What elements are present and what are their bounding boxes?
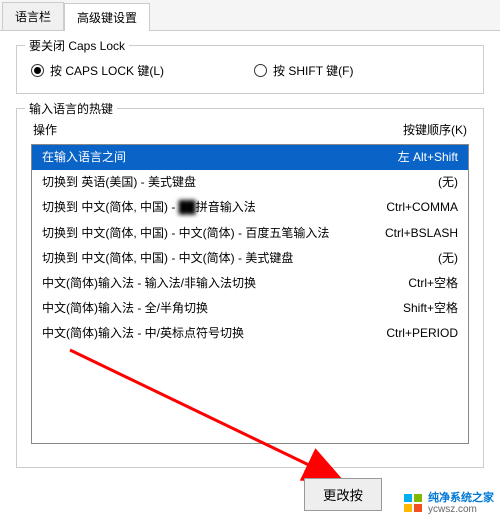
row-keys: Ctrl+BSLASH bbox=[385, 224, 458, 243]
list-item[interactable]: 切换到 中文(简体, 中国) - 中文(简体) - 百度五笔输入法 Ctrl+B… bbox=[32, 221, 468, 246]
row-action: 中文(简体)输入法 - 中/英标点符号切换 bbox=[42, 324, 244, 343]
tab-language-bar[interactable]: 语言栏 bbox=[2, 2, 64, 30]
hotkey-list[interactable]: 在输入语言之间 左 Alt+Shift 切换到 英语(美国) - 美式键盘 (无… bbox=[31, 144, 469, 444]
radio-icon bbox=[31, 64, 44, 77]
radio-capslock[interactable]: 按 CAPS LOCK 键(L) bbox=[31, 62, 164, 79]
watermark-title: 纯净系统之家 bbox=[428, 492, 494, 504]
list-item[interactable]: 切换到 中文(简体, 中国) - ██拼音输入法 Ctrl+COMMA bbox=[32, 195, 468, 220]
col-action: 操作 bbox=[33, 121, 57, 138]
row-action: 切换到 中文(简体, 中国) - 中文(简体) - 美式键盘 bbox=[42, 249, 293, 268]
row-action: 切换到 中文(简体, 中国) - ██拼音输入法 bbox=[42, 198, 256, 217]
row-keys: 左 Alt+Shift bbox=[398, 148, 458, 167]
row-action: 中文(简体)输入法 - 输入法/非输入法切换 bbox=[42, 274, 256, 293]
list-item[interactable]: 切换到 英语(美国) - 美式键盘 (无) bbox=[32, 170, 468, 195]
row-keys: Ctrl+COMMA bbox=[386, 198, 458, 217]
row-keys: Ctrl+PERIOD bbox=[386, 324, 458, 343]
hotkey-group-title: 输入语言的热键 bbox=[25, 100, 117, 117]
list-item[interactable]: 中文(简体)输入法 - 中/英标点符号切换 Ctrl+PERIOD bbox=[32, 321, 468, 346]
col-keys: 按键顺序(K) bbox=[403, 121, 467, 138]
list-item[interactable]: 中文(简体)输入法 - 输入法/非输入法切换 Ctrl+空格 bbox=[32, 271, 468, 296]
row-keys: Ctrl+空格 bbox=[408, 274, 458, 293]
capslock-group-title: 要关闭 Caps Lock bbox=[25, 37, 129, 54]
capslock-group: 要关闭 Caps Lock 按 CAPS LOCK 键(L) 按 SHIFT 键… bbox=[16, 45, 484, 94]
row-action: 中文(简体)输入法 - 全/半角切换 bbox=[42, 299, 208, 318]
radio-shift[interactable]: 按 SHIFT 键(F) bbox=[254, 62, 353, 79]
row-keys: Shift+空格 bbox=[403, 299, 458, 318]
radio-icon bbox=[254, 64, 267, 77]
tab-strip: 语言栏 高级键设置 bbox=[0, 0, 500, 31]
row-keys: (无) bbox=[438, 173, 458, 192]
row-action: 切换到 英语(美国) - 美式键盘 bbox=[42, 173, 196, 192]
row-action: 切换到 中文(简体, 中国) - 中文(简体) - 百度五笔输入法 bbox=[42, 224, 329, 243]
watermark-url: ycwsz.com bbox=[428, 504, 494, 515]
radio-shift-label: 按 SHIFT 键(F) bbox=[273, 62, 353, 79]
watermark: 纯净系统之家 ycwsz.com bbox=[400, 490, 498, 517]
row-action: 在输入语言之间 bbox=[42, 148, 126, 167]
watermark-logo-icon bbox=[404, 494, 422, 512]
list-item[interactable]: 切换到 中文(简体, 中国) - 中文(简体) - 美式键盘 (无) bbox=[32, 246, 468, 271]
panel-advanced: 要关闭 Caps Lock 按 CAPS LOCK 键(L) 按 SHIFT 键… bbox=[0, 31, 500, 498]
change-key-sequence-button[interactable]: 更改按 bbox=[304, 478, 382, 511]
radio-capslock-label: 按 CAPS LOCK 键(L) bbox=[50, 62, 164, 79]
list-item[interactable]: 中文(简体)输入法 - 全/半角切换 Shift+空格 bbox=[32, 296, 468, 321]
row-keys: (无) bbox=[438, 249, 458, 268]
tab-advanced-keys[interactable]: 高级键设置 bbox=[64, 3, 150, 31]
hotkey-group: 输入语言的热键 操作 按键顺序(K) 在输入语言之间 左 Alt+Shift 切… bbox=[16, 108, 484, 468]
list-item[interactable]: 在输入语言之间 左 Alt+Shift bbox=[32, 145, 468, 170]
